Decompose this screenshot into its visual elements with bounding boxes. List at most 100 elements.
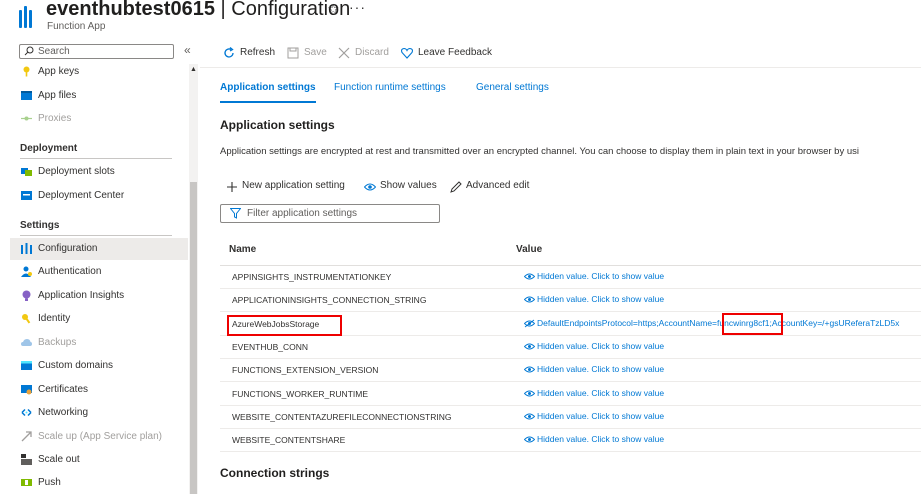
eye-icon (524, 436, 535, 443)
sidebar-item-label: Scale out (38, 454, 80, 465)
scroll-up-arrow-icon[interactable]: ▲ (189, 66, 198, 73)
tab-function-runtime-settings[interactable]: Function runtime settings (334, 82, 446, 93)
sidebar-item-label: Scale up (App Service plan) (38, 431, 162, 442)
new-application-setting-button[interactable]: New application setting (226, 180, 345, 192)
domains-icon (21, 361, 32, 370)
setting-value-text: Hidden value. Click to show value (537, 364, 665, 374)
setting-value[interactable]: Hidden value. Click to show value (524, 388, 664, 398)
certificates-icon (21, 385, 32, 395)
column-header-name[interactable]: Name (229, 244, 256, 255)
show-values-button[interactable]: Show values (364, 180, 437, 191)
sidebar-item-application-insights[interactable]: Application Insights (10, 285, 188, 307)
setting-name[interactable]: EVENTHUB_CONN (232, 342, 308, 352)
table-row[interactable]: EVENTHUB_CONN Hidden value. Click to sho… (220, 336, 921, 359)
sidebar-scrollbar[interactable]: ▲ (189, 64, 198, 494)
discard-button[interactable]: Discard (338, 44, 389, 62)
sidebar-item-deployment-slots[interactable]: Deployment slots (10, 161, 188, 183)
eye-icon (524, 273, 535, 280)
setting-name[interactable]: WEBSITE_CONTENTAZUREFILECONNECTIONSTRING (232, 412, 451, 422)
eye-off-icon (524, 319, 535, 328)
sidebar-item-app-files[interactable]: App files (10, 85, 188, 107)
setting-name[interactable]: WEBSITE_CONTENTSHARE (232, 435, 345, 445)
sidebar-item-label: Certificates (38, 384, 89, 395)
slots-icon (21, 168, 32, 176)
sidebar-item-label: App keys (38, 66, 80, 77)
eye-icon (524, 343, 535, 350)
more-icon[interactable]: ··· (349, 0, 366, 15)
setting-value[interactable]: Hidden value. Click to show value (524, 341, 664, 351)
table-row[interactable]: APPINSIGHTS_INSTRUMENTATIONKEY Hidden va… (220, 266, 921, 289)
networking-icon (21, 408, 32, 417)
setting-value[interactable]: DefaultEndpointsProtocol=https;AccountNa… (524, 318, 899, 328)
sidebar: Search « ▲ App keys App files Proxies De… (0, 40, 200, 494)
sidebar-item-backups[interactable]: Backups (10, 332, 188, 354)
refresh-button[interactable]: Refresh (223, 44, 275, 62)
authentication-icon (21, 266, 32, 277)
sidebar-item-scale-out[interactable]: Scale out (10, 449, 188, 471)
sidebar-item-authentication[interactable]: Authentication (10, 261, 188, 283)
eye-icon (524, 366, 535, 373)
advanced-edit-button[interactable]: Advanced edit (450, 180, 529, 193)
table-row[interactable]: WEBSITE_CONTENTSHARE Hidden value. Click… (220, 429, 921, 452)
sidebar-item-certificates[interactable]: Certificates (10, 379, 188, 401)
sidebar-item-proxies[interactable]: Proxies (10, 108, 188, 130)
table-row[interactable]: APPLICATIONINSIGHTS_CONNECTION_STRING Hi… (220, 289, 921, 312)
sidebar-item-label: Application Insights (38, 290, 125, 301)
sidebar-item-label: Proxies (38, 113, 72, 124)
setting-value[interactable]: Hidden value. Click to show value (524, 271, 664, 281)
eye-icon (524, 390, 535, 397)
heart-icon (401, 47, 413, 59)
sidebar-item-label: Identity (38, 313, 71, 324)
sidebar-item-deployment-center[interactable]: Deployment Center (10, 185, 188, 207)
sidebar-item-identity[interactable]: Identity (10, 308, 188, 330)
table-row[interactable]: FUNCTIONS_EXTENSION_VERSION Hidden value… (220, 359, 921, 382)
scroll-thumb[interactable] (190, 182, 197, 494)
star-icon[interactable]: ☆ (327, 1, 340, 18)
files-icon (21, 91, 32, 100)
close-icon (338, 47, 350, 59)
collapse-sidebar-button[interactable]: « (184, 43, 191, 57)
leave-feedback-button[interactable]: Leave Feedback (401, 44, 492, 62)
backups-icon (21, 339, 32, 346)
sidebar-search-input[interactable]: Search (19, 44, 174, 59)
eye-icon (524, 296, 535, 303)
setting-value[interactable]: Hidden value. Click to show value (524, 294, 664, 304)
settings-section-header: Settings (20, 220, 60, 231)
sidebar-item-label: Custom domains (38, 360, 114, 371)
highlight-box-account-name (722, 313, 783, 335)
setting-value[interactable]: Hidden value. Click to show value (524, 434, 664, 444)
table-row[interactable]: FUNCTIONS_WORKER_RUNTIME Hidden value. C… (220, 383, 921, 406)
scale-out-icon (21, 454, 32, 465)
identity-icon (22, 314, 31, 324)
setting-value-text: Hidden value. Click to show value (537, 434, 665, 444)
filter-settings-input[interactable]: Filter application settings (220, 204, 440, 223)
setting-value[interactable]: Hidden value. Click to show value (524, 364, 664, 374)
setting-value[interactable]: Hidden value. Click to show value (524, 411, 664, 421)
sidebar-item-networking[interactable]: Networking (10, 402, 188, 424)
key-icon (23, 66, 30, 77)
tab-general-settings[interactable]: General settings (476, 82, 549, 93)
add-icon (227, 182, 237, 192)
table-row[interactable]: WEBSITE_CONTENTAZUREFILECONNECTIONSTRING… (220, 406, 921, 429)
sidebar-item-push[interactable]: Push (10, 472, 188, 494)
sidebar-item-app-keys[interactable]: App keys (10, 61, 188, 83)
resource-name: eventhubtest0615 (46, 0, 215, 20)
column-header-value[interactable]: Value (516, 244, 542, 255)
setting-value-text: Hidden value. Click to show value (537, 341, 665, 351)
setting-name[interactable]: FUNCTIONS_EXTENSION_VERSION (232, 365, 378, 375)
tab-application-settings[interactable]: Application settings (220, 82, 316, 93)
configuration-icon (21, 243, 32, 254)
setting-name[interactable]: FUNCTIONS_WORKER_RUNTIME (232, 389, 368, 399)
sidebar-item-label: Configuration (38, 243, 98, 254)
filter-placeholder: Filter application settings (247, 208, 358, 219)
save-icon (287, 47, 299, 59)
sidebar-item-custom-domains[interactable]: Custom domains (10, 355, 188, 377)
sidebar-item-scale-up[interactable]: Scale up (App Service plan) (10, 426, 188, 448)
connection-strings-title: Connection strings (220, 466, 330, 480)
scale-up-icon (21, 431, 32, 442)
sidebar-item-configuration[interactable]: Configuration (10, 238, 188, 260)
title-separator: | (220, 0, 226, 20)
setting-name[interactable]: APPINSIGHTS_INSTRUMENTATIONKEY (232, 272, 391, 282)
save-button[interactable]: Save (287, 44, 327, 62)
setting-name[interactable]: APPLICATIONINSIGHTS_CONNECTION_STRING (232, 295, 426, 305)
